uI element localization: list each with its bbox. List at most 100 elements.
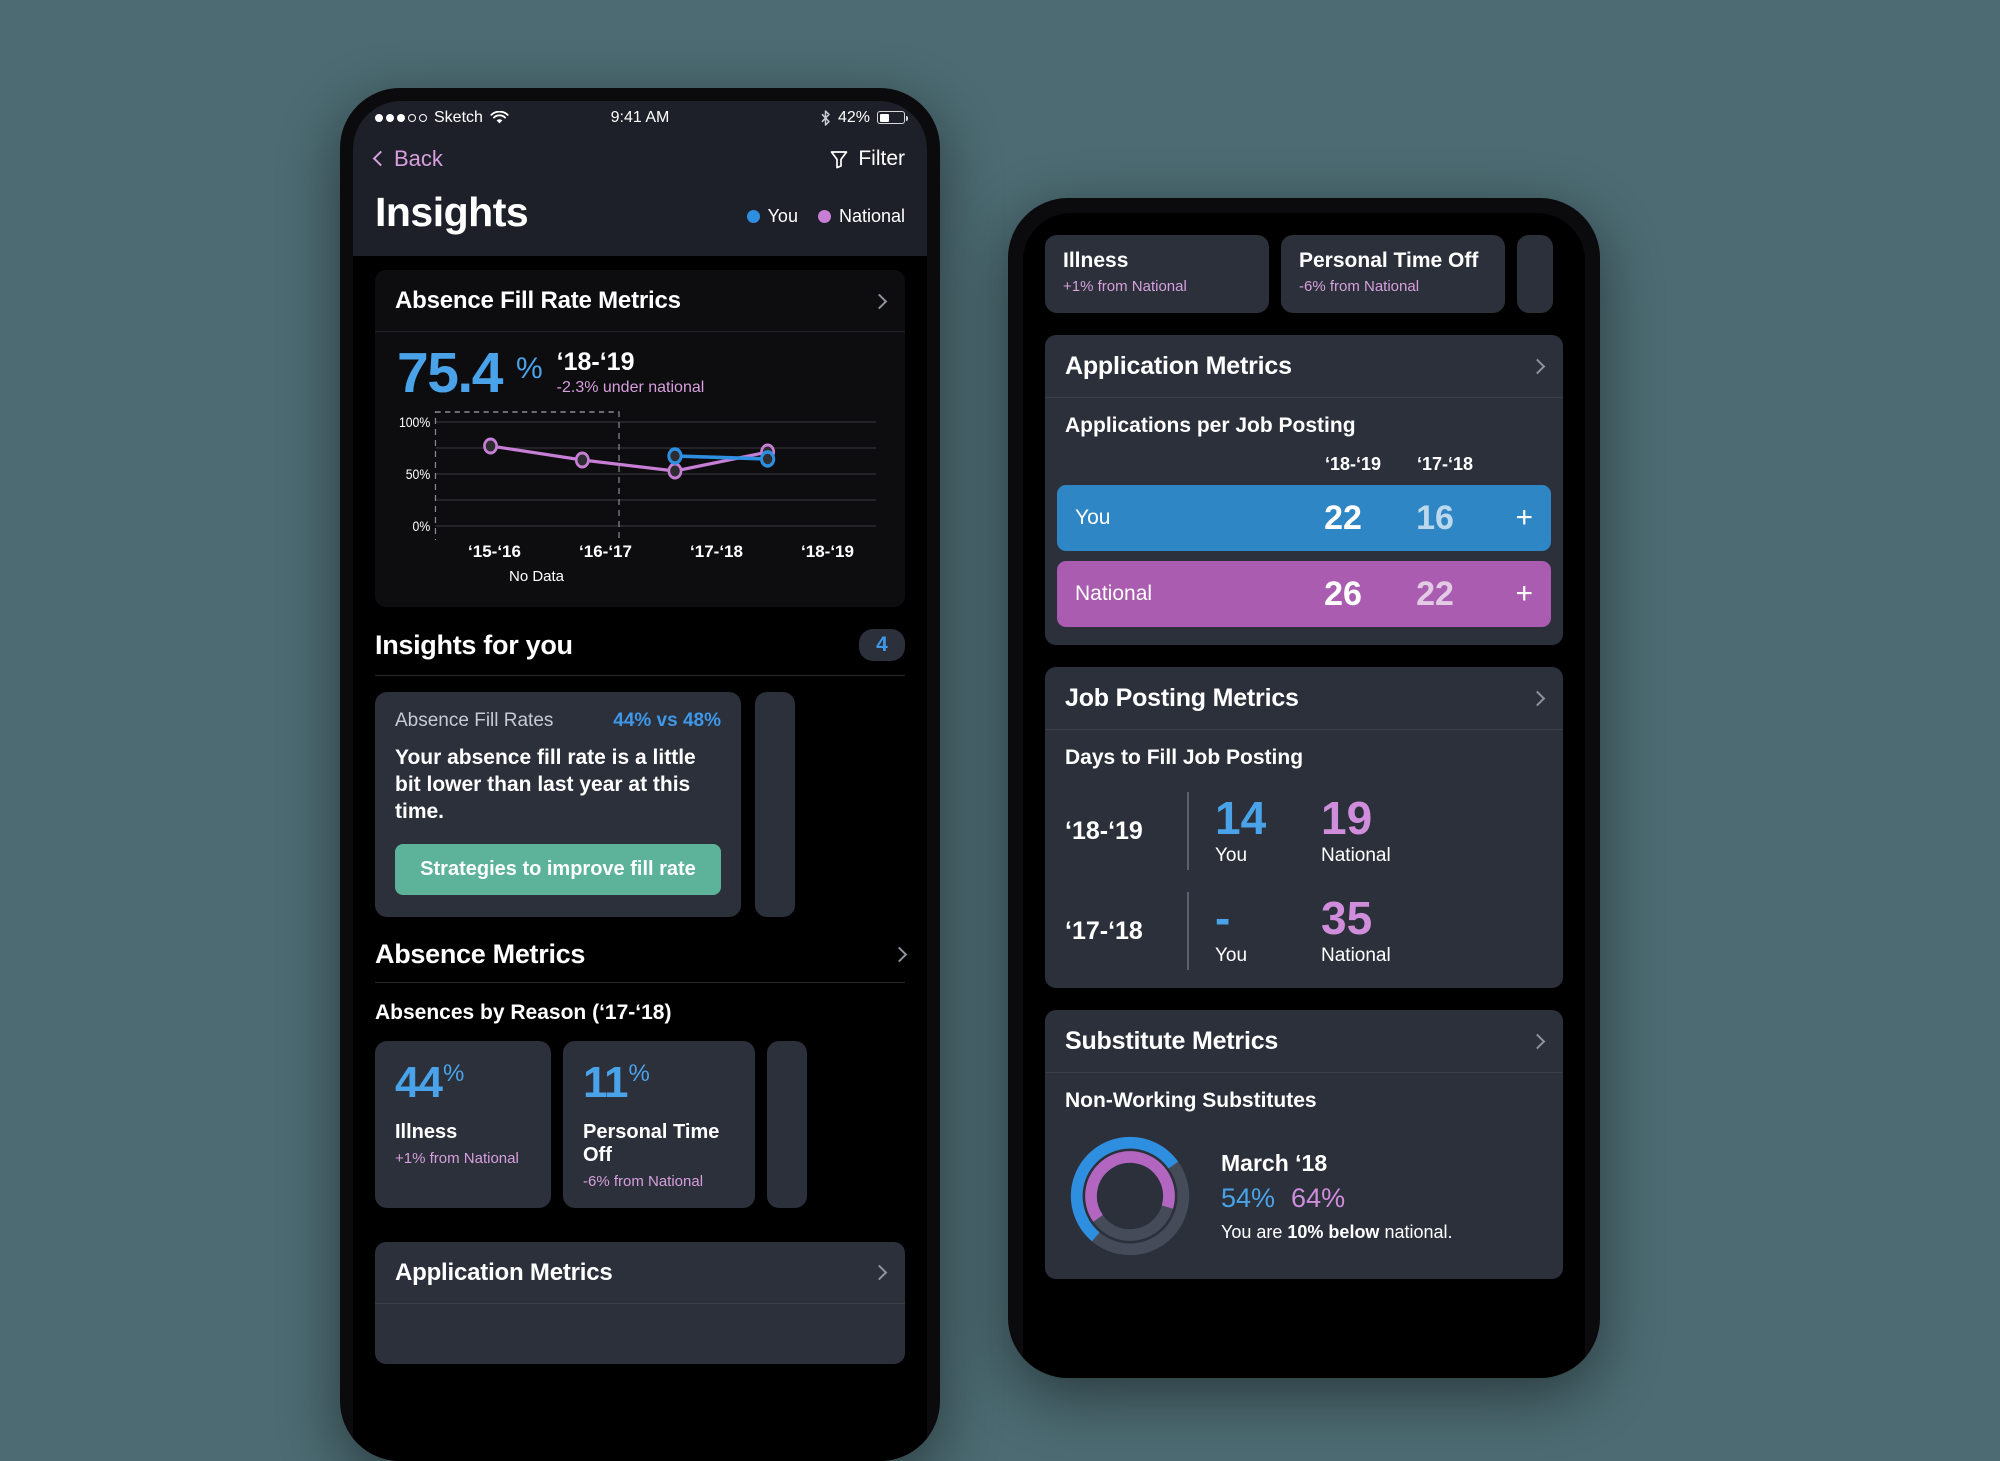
caption: You xyxy=(1215,945,1248,966)
job-posting-you: - You xyxy=(1215,895,1321,967)
plus-icon[interactable]: + xyxy=(1481,501,1533,535)
card-body-absence-fill-rate: 75.4 % ‘18-‘19 -2.3% under national 100%… xyxy=(375,332,905,607)
application-metrics-row-national[interactable]: National 26 22 + xyxy=(1057,561,1551,627)
insights-carousel[interactable]: Absence Fill Rates 44% vs 48% Your absen… xyxy=(353,676,927,917)
card-application-metrics[interactable]: Application Metrics Applications per Job… xyxy=(1045,335,1563,645)
card-subtitle: Applications per Job Posting xyxy=(1065,414,1356,437)
absence-tile-value: 44% xyxy=(395,1060,531,1105)
row-value-previous: 22 xyxy=(1416,574,1454,613)
value: 19 xyxy=(1321,792,1373,844)
bluetooth-icon xyxy=(821,109,830,126)
card-substitute-metrics[interactable]: Substitute Metrics Non-Working Substitut… xyxy=(1045,1010,1563,1279)
absence-tile-name: Personal Time Off xyxy=(1299,249,1479,272)
card-body-substitute-metrics: Non-Working Substitutes March ‘18 54% 64… xyxy=(1045,1073,1563,1279)
absence-tile-name: Illness xyxy=(1063,249,1129,272)
row-year: ‘17-‘18 xyxy=(1065,916,1143,945)
card-subtitle: Days to Fill Job Posting xyxy=(1065,746,1304,769)
card-header-application-metrics-front[interactable]: Application Metrics xyxy=(375,1242,905,1304)
fill-rate-value: 75.4 xyxy=(397,341,503,405)
status-bar-left: Sketch xyxy=(375,109,509,127)
insight-card-peek[interactable] xyxy=(755,692,795,917)
x-tick-label: ‘16-‘17 xyxy=(579,542,632,562)
year-header: ‘18-‘19 xyxy=(1324,454,1382,474)
absence-tile-peek[interactable] xyxy=(767,1040,807,1208)
insight-card-header: Absence Fill Rates 44% vs 48% xyxy=(395,710,721,732)
card-absence-fill-rate-metrics[interactable]: Absence Fill Rate Metrics 75.4 % ‘18-‘19… xyxy=(375,270,905,608)
chevron-right-icon[interactable] xyxy=(1529,690,1546,707)
row-label: You xyxy=(1075,506,1111,529)
application-metrics-row-you[interactable]: You 22 16 + xyxy=(1057,485,1551,551)
plus-icon[interactable]: + xyxy=(1481,577,1533,611)
card-title: Job Posting Metrics xyxy=(1065,684,1299,712)
caption: You xyxy=(1215,845,1248,866)
donut-chart xyxy=(1070,1136,1190,1256)
insights-count-badge: 4 xyxy=(859,629,905,662)
chart-legend: You National xyxy=(746,206,905,236)
card-header-absence-fill-rate[interactable]: Absence Fill Rate Metrics xyxy=(375,270,905,332)
strategies-button[interactable]: Strategies to improve fill rate xyxy=(395,843,721,895)
back-button[interactable]: Back xyxy=(372,146,443,172)
card-application-metrics-front[interactable]: Application Metrics xyxy=(375,1241,905,1364)
insight-stat: 44% vs 48% xyxy=(613,710,721,732)
chevron-right-icon[interactable] xyxy=(891,946,908,963)
absence-tile-personal-time-off[interactable]: Personal Time Off -6% from National xyxy=(1281,235,1505,313)
svg-text:100%: 100% xyxy=(399,414,431,430)
funnel-icon xyxy=(830,150,848,168)
phone-device-front: Sketch 9:41 AM 42% Back Filter Insights … xyxy=(340,88,940,1461)
absence-tile-peek[interactable] xyxy=(1517,235,1553,313)
svg-text:50%: 50% xyxy=(406,466,431,482)
job-posting-national: 19 National xyxy=(1321,795,1427,867)
card-title: Application Metrics xyxy=(1065,352,1292,380)
x-tick-label: ‘15-‘16 xyxy=(468,542,521,562)
card-body-job-posting-metrics: Days to Fill Job Posting ‘18-‘19 14 You … xyxy=(1045,730,1563,988)
caption: National xyxy=(1321,945,1391,966)
legend-item-you[interactable]: You xyxy=(746,206,798,227)
chart-x-axis-labels: ‘15-‘16 ‘16-‘17 ‘17-‘18 ‘18-‘19 xyxy=(397,542,883,562)
card-title: Substitute Metrics xyxy=(1065,1027,1279,1055)
card-job-posting-metrics[interactable]: Job Posting Metrics Days to Fill Job Pos… xyxy=(1045,667,1563,988)
chevron-left-icon xyxy=(372,150,389,167)
absence-tile-personal-time-off[interactable]: 11% Personal Time Off -6% from National xyxy=(563,1040,755,1208)
section-title: Absence Metrics xyxy=(375,938,586,969)
filter-button[interactable]: Filter xyxy=(829,147,905,171)
value-unit: % xyxy=(628,1060,650,1088)
status-bar-right: 42% xyxy=(820,109,908,127)
note-bold: 10% below xyxy=(1287,1221,1380,1242)
legend-item-national[interactable]: National xyxy=(817,206,905,227)
section-header-absence-metrics[interactable]: Absence Metrics xyxy=(353,917,927,982)
title-bar: Insights You National xyxy=(353,183,927,256)
absence-tile-delta: +1% from National xyxy=(1063,278,1187,295)
line-chart: 100% 50% 0% xyxy=(397,410,883,541)
signal-strength-icon xyxy=(375,113,427,122)
scroll-body[interactable]: Absence Fill Rate Metrics 75.4 % ‘18-‘19… xyxy=(353,270,927,1364)
legend-label: You xyxy=(767,206,798,226)
x-tick-label: ‘18-‘19 xyxy=(801,542,854,562)
absence-tile-delta: -6% from National xyxy=(583,1172,704,1190)
percent-row: 54% 64% xyxy=(1221,1183,1453,1214)
absence-tile-illness[interactable]: 44% Illness +1% from National xyxy=(375,1040,551,1208)
section-title: Insights for you xyxy=(375,629,573,660)
substitute-info: March ‘18 54% 64% You are 10% below nati… xyxy=(1221,1150,1453,1243)
card-header-substitute-metrics[interactable]: Substitute Metrics xyxy=(1045,1010,1563,1073)
absence-tile-illness[interactable]: Illness +1% from National xyxy=(1045,235,1269,313)
carrier-label: Sketch xyxy=(434,108,483,126)
row-value-previous: 16 xyxy=(1416,498,1454,537)
svg-text:0%: 0% xyxy=(413,518,431,534)
caption: National xyxy=(1321,845,1391,866)
fill-rate-delta: -2.3% under national xyxy=(556,379,705,396)
chevron-right-icon[interactable] xyxy=(871,1264,888,1281)
job-posting-row: ‘17-‘18 - You 35 National xyxy=(1065,892,1543,970)
value: 35 xyxy=(1321,892,1373,944)
absence-reason-tiles[interactable]: 44% Illness +1% from National 11% Person… xyxy=(353,1025,927,1208)
wifi-icon xyxy=(490,110,509,123)
chevron-right-icon[interactable] xyxy=(1529,1033,1546,1050)
fill-rate-year: ‘18-‘19 xyxy=(556,348,635,376)
card-header-job-posting-metrics[interactable]: Job Posting Metrics xyxy=(1045,667,1563,730)
row-value-current: 26 xyxy=(1324,574,1362,613)
no-data-annotation: No Data xyxy=(509,568,565,586)
chevron-right-icon[interactable] xyxy=(871,293,888,309)
chevron-right-icon[interactable] xyxy=(1529,358,1546,375)
card-body-application-metrics: Applications per Job Posting ‘18-‘19 ‘17… xyxy=(1045,398,1563,645)
insight-card[interactable]: Absence Fill Rates 44% vs 48% Your absen… xyxy=(375,692,741,917)
card-header-application-metrics[interactable]: Application Metrics xyxy=(1045,335,1563,398)
